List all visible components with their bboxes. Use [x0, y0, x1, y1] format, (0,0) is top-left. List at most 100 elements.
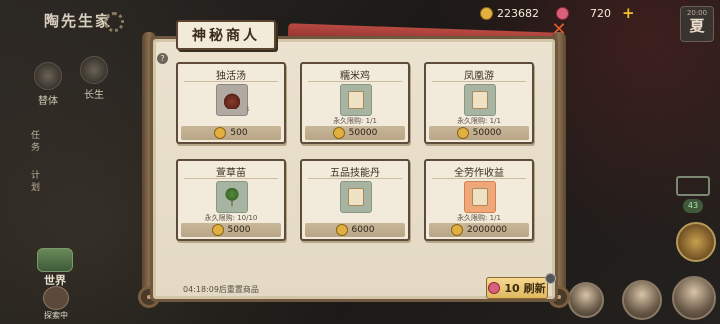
limit-value: 1/1: [365, 117, 377, 125]
character-portrait-2[interactable]: [622, 280, 662, 320]
gem-icon: [556, 6, 569, 20]
limit-value: 1/1: [489, 214, 501, 222]
location-title[interactable]: 陶先生家: [44, 10, 112, 31]
camera-count: 43: [683, 199, 703, 213]
item-frame: [340, 84, 372, 116]
dialog-title: 神秘商人: [192, 28, 260, 44]
limit-label: 永久限购:: [204, 214, 235, 222]
sapling-icon: [224, 188, 240, 206]
limit-label: 永久限购:: [457, 214, 488, 222]
purchase-limit: 永久限购: 10/10: [178, 213, 284, 223]
coin-icon: [211, 224, 224, 236]
price-bar[interactable]: 6000: [305, 223, 405, 237]
explorer-icon: [43, 286, 69, 310]
character-portrait-1[interactable]: [568, 282, 604, 318]
item-name: 五品技能丹: [330, 168, 380, 179]
coin-icon: [332, 127, 345, 139]
purchase-limit: 永久限购: 1/1: [302, 116, 408, 126]
add-gems-icon[interactable]: +: [622, 6, 635, 21]
item-price: 500: [230, 128, 248, 138]
gem-amount: 720: [590, 6, 611, 20]
item-frame: [464, 181, 496, 213]
refresh-label: 刷新: [523, 282, 546, 295]
item-name: 凤凰游: [464, 71, 494, 82]
season-time: 20:00: [686, 9, 708, 17]
action-medallion-button[interactable]: [676, 222, 716, 262]
price-bar[interactable]: 5000: [181, 223, 281, 237]
coin-icon: [456, 127, 469, 139]
shop-item-card[interactable]: 萱草苗 永久限购: 10/10 5000: [176, 159, 286, 241]
season-label: 夏: [689, 17, 705, 35]
refresh-button[interactable]: 10 刷新: [486, 277, 548, 299]
price-bar[interactable]: 50000: [429, 126, 529, 140]
divider: [308, 178, 402, 179]
gear-icon[interactable]: [104, 12, 124, 32]
item-frame: [216, 84, 248, 116]
limit-label: 永久限购:: [457, 117, 488, 125]
price-bar[interactable]: 50000: [305, 126, 405, 140]
item-price: 2000000: [466, 225, 508, 235]
shop-item-card[interactable]: 糯米鸡 永久限购: 1/1 50000: [300, 62, 410, 144]
pill-scroll-icon: [348, 188, 364, 206]
shop-item-card[interactable]: 五品技能丹 6000: [300, 159, 410, 241]
item-price: 5000: [227, 225, 251, 235]
item-price: 6000: [351, 225, 375, 235]
shop-item-card[interactable]: 独活汤 1 500: [176, 62, 286, 144]
exploring-button[interactable]: 探索中: [34, 286, 78, 321]
divider: [308, 81, 402, 82]
item-name: 萱草苗: [216, 168, 246, 179]
price-bar[interactable]: 2000000: [429, 223, 529, 237]
coin-icon: [214, 127, 227, 139]
divider: [432, 178, 526, 179]
coin-icon: [450, 224, 463, 236]
tasks-tab[interactable]: 任务: [28, 130, 41, 154]
season-indicator[interactable]: 20:00 夏: [680, 6, 714, 42]
item-name: 全劳作收益: [454, 168, 504, 179]
exploring-label: 探索中: [44, 311, 68, 320]
cauldron-label: 长生: [84, 90, 104, 101]
restock-timer: 04:18:09后重置商品: [183, 285, 259, 294]
divider: [184, 81, 278, 82]
close-icon[interactable]: ✕: [550, 21, 568, 39]
item-name: 独活汤: [216, 71, 246, 82]
mushroom-icon: [34, 62, 62, 90]
mushroom-button[interactable]: 替体: [28, 62, 68, 107]
shop-item-card[interactable]: 凤凰游 永久限购: 1/1 50000: [424, 62, 534, 144]
limit-label: 永久限购:: [333, 117, 364, 125]
camera-frame-icon: [676, 176, 710, 196]
divider: [184, 178, 278, 179]
item-price: 50000: [348, 128, 378, 138]
help-icon[interactable]: ?: [157, 53, 168, 64]
shop-panel: ? 独活汤 1 500 糯米鸡 永久限购: 1/1 50000 凤凰游 永久限购…: [150, 36, 558, 302]
info-badge-icon[interactable]: [545, 273, 556, 284]
item-frame: [340, 181, 372, 213]
cauldron-button[interactable]: 长生: [74, 56, 114, 101]
limit-value: 1/1: [489, 117, 501, 125]
coin-icon: [480, 6, 493, 20]
gem-icon: [488, 282, 501, 294]
bonus-scroll-icon: [472, 188, 488, 206]
purchase-limit: 永久限购: 1/1: [426, 213, 532, 223]
item-frame: [216, 181, 248, 213]
world-map-icon: [37, 248, 73, 272]
gem-counter: 720 +: [556, 6, 635, 21]
item-frame: [464, 84, 496, 116]
mysterious-merchant-dialog: ? 独活汤 1 500 糯米鸡 永久限购: 1/1 50000 凤凰游 永久限购…: [138, 20, 570, 318]
item-name: 糯米鸡: [340, 71, 370, 82]
coin-counter: 223682: [480, 6, 539, 20]
camera-widget[interactable]: 43: [676, 176, 710, 216]
item-price: 50000: [472, 128, 502, 138]
cauldron-icon: [80, 56, 108, 84]
divider: [432, 81, 526, 82]
world-button[interactable]: 世界: [36, 248, 74, 288]
limit-value: 10/10: [237, 214, 258, 222]
recipe-scroll-icon: [348, 91, 364, 109]
shop-item-card[interactable]: 全劳作收益 永久限购: 1/1 2000000: [424, 159, 534, 241]
coin-icon: [335, 224, 348, 236]
character-portrait-3[interactable]: [672, 276, 716, 320]
plan-tab[interactable]: 计划: [28, 170, 41, 194]
recipe-scroll-icon: [472, 91, 488, 109]
price-bar[interactable]: 500: [181, 126, 281, 140]
soup-pot-icon: [224, 91, 240, 109]
purchase-limit: 永久限购: 1/1: [426, 116, 532, 126]
